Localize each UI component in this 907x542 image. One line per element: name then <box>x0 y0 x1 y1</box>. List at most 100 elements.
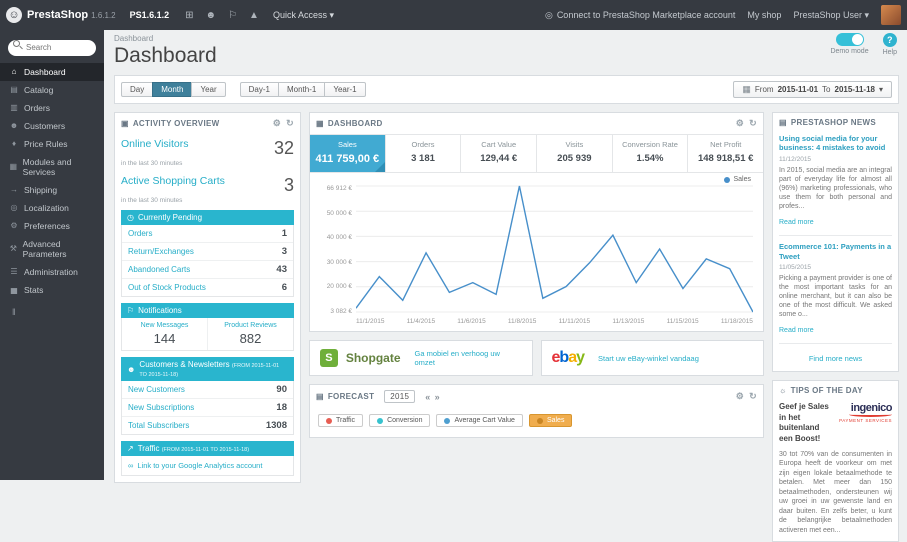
new-subscriptions-link[interactable]: New Subscriptions <box>128 403 194 412</box>
tips-panel-icon: ☼ <box>779 386 787 395</box>
forecast-toggle-conversion[interactable]: Conversion <box>369 414 430 427</box>
filter-day-1-button[interactable]: Day-1 <box>240 82 279 97</box>
sidebar-item-orders[interactable]: ▥ Orders <box>0 99 104 117</box>
sales-chart: Sales 66 912 € 50 000 € 40 000 € 30 000 … <box>310 173 763 331</box>
sidebar-item-label: Price Rules <box>24 139 67 149</box>
forecast-prev-button[interactable]: « <box>425 392 430 402</box>
sidebar-item-catalog[interactable]: ▤ Catalog <box>0 81 104 99</box>
active-carts-link[interactable]: Active Shopping Carts <box>121 175 225 187</box>
out-of-stock-link[interactable]: Out of Stock Products <box>128 283 206 292</box>
modules-icon: ▦ <box>9 162 18 171</box>
user-avatar[interactable] <box>881 5 901 25</box>
quick-access-dropdown[interactable]: Quick Access ▾ <box>273 10 334 21</box>
customers-icon[interactable]: ☻ <box>206 10 217 21</box>
out-of-stock-value: 6 <box>282 282 287 293</box>
refresh-icon[interactable]: ↻ <box>749 391 757 402</box>
pending-orders-link[interactable]: Orders <box>128 229 152 238</box>
customers-row-new-subscriptions: New Subscriptions 18 <box>122 399 293 417</box>
y-tick: 20 000 € <box>316 283 352 290</box>
chart-x-axis: 11/1/2015 11/4/2015 11/6/2015 11/8/2015 … <box>356 318 753 325</box>
news-article-headline[interactable]: Using social media for your business: 4 … <box>779 134 892 153</box>
shopgate-ad-link[interactable]: Ga mobiel en verhoog uw omzet <box>415 349 522 367</box>
sidebar-item-customers[interactable]: ☻ Customers <box>0 117 104 135</box>
new-customers-link[interactable]: New Customers <box>128 385 185 394</box>
news-article-headline[interactable]: Ecommerce 101: Payments in a Tweet <box>779 242 892 261</box>
read-more-link[interactable]: Read more <box>779 327 814 334</box>
shopgate-brand: Shopgate <box>346 351 401 365</box>
forecast-toggle-average-cart-value[interactable]: Average Cart Value <box>436 414 522 427</box>
page-title: Dashboard <box>114 44 899 68</box>
kpi-visits[interactable]: Visits 205 939 <box>537 135 613 172</box>
total-subscribers-link[interactable]: Total Subscribers <box>128 421 189 430</box>
online-visitors-link[interactable]: Online Visitors <box>121 138 189 150</box>
ingenico-logo: ingenico Payment services <box>835 402 892 444</box>
gear-icon[interactable]: ⚙ <box>736 118 744 129</box>
traffic-icon: ↗ <box>127 444 134 453</box>
read-more-link[interactable]: Read more <box>779 219 814 226</box>
messages-icon[interactable]: ⚐ <box>228 10 237 21</box>
prestashop-version: 1.6.1.2 <box>91 11 115 20</box>
news-article-date: 11/12/2015 <box>779 156 892 163</box>
kpi-orders[interactable]: Orders 3 181 <box>386 135 462 172</box>
gear-icon[interactable]: ⚙ <box>736 391 744 402</box>
sidebar-item-modules[interactable]: ▦ Modules and Services <box>0 153 104 181</box>
cart-icon[interactable]: ⊞ <box>185 10 193 21</box>
activity-overview-panel: ▣ Activity overview ⚙ ↻ Online Visitors … <box>114 112 301 483</box>
notifications-header: ⚐ Notifications <box>121 303 294 318</box>
sidebar-item-advanced-parameters[interactable]: ⚒ Advanced Parameters <box>0 235 104 263</box>
sidebar-item-shipping[interactable]: → Shipping <box>0 181 104 199</box>
date-filter-bar: Day Month Year Day-1 Month-1 Year-1 ▦ Fr… <box>114 75 899 104</box>
date-range-picker[interactable]: ▦ From 2015-11-01 To 2015-11-18 ▾ <box>733 81 892 98</box>
forecast-toggle-traffic[interactable]: Traffic <box>318 414 363 427</box>
user-dropdown[interactable]: PrestaShop User ▾ <box>793 10 869 21</box>
pending-row-returns: Return/Exchanges 3 <box>122 243 293 261</box>
google-analytics-link[interactable]: ∞ Link to your Google Analytics account <box>121 456 294 476</box>
chart-legend[interactable]: Sales <box>724 176 751 183</box>
kpi-conversion-rate[interactable]: Conversion Rate 1.54% <box>613 135 689 172</box>
forecast-toggle-sales[interactable]: Sales <box>529 414 573 427</box>
sidebar-item-localization[interactable]: ◎ Localization <box>0 199 104 217</box>
filter-month-1-button[interactable]: Month-1 <box>278 82 325 97</box>
help-button[interactable]: ? <box>883 33 897 47</box>
shop-name[interactable]: PS1.6.1.2 <box>130 10 170 20</box>
kpi-label: Sales <box>312 140 383 149</box>
bell-icon: ⚐ <box>127 306 134 315</box>
forecast-year-select[interactable]: 2015 <box>384 390 415 403</box>
filter-year-1-button[interactable]: Year-1 <box>324 82 365 97</box>
forecast-next-button[interactable]: » <box>435 392 440 402</box>
kpi-sales[interactable]: Sales 411 759,00 € <box>310 135 386 172</box>
filter-year-button[interactable]: Year <box>191 82 225 97</box>
customers-newsletters-header: ☻ Customers & Newsletters (FROM 2015-11-… <box>121 357 294 381</box>
my-shop-link[interactable]: My shop <box>747 10 781 20</box>
prestashop-logo-icon: ☺ <box>6 7 22 23</box>
sidebar-item-price-rules[interactable]: ♦ Price Rules <box>0 135 104 153</box>
pending-returns-link[interactable]: Return/Exchanges <box>128 247 194 256</box>
kpi-net-profit[interactable]: Net Profit 148 918,51 € <box>688 135 763 172</box>
sidebar-item-stats[interactable]: ▅ Stats <box>0 281 104 299</box>
rocket-icon[interactable]: ▲ <box>249 10 259 21</box>
date-from-value: 2015-11-01 <box>778 85 818 94</box>
refresh-icon[interactable]: ↻ <box>749 118 757 129</box>
gear-icon[interactable]: ⚙ <box>273 118 281 129</box>
tag-icon: ♦ <box>9 139 19 148</box>
find-more-news-link[interactable]: Find more news <box>779 350 892 365</box>
sidebar-item-dashboard[interactable]: ⌂ Dashboard <box>0 63 104 81</box>
refresh-icon[interactable]: ↻ <box>286 118 294 129</box>
kpi-cart-value[interactable]: Cart Value 129,44 € <box>461 135 537 172</box>
ebay-ad[interactable]: ebay Start uw eBay-winkel vandaag <box>541 340 765 376</box>
shopgate-ad[interactable]: S Shopgate Ga mobiel en verhoog uw omzet <box>309 340 533 376</box>
filter-month-button[interactable]: Month <box>152 82 192 97</box>
abandoned-carts-link[interactable]: Abandoned Carts <box>128 265 190 274</box>
from-label: From <box>755 85 774 94</box>
ebay-ad-link[interactable]: Start uw eBay-winkel vandaag <box>598 354 699 363</box>
demo-mode-toggle[interactable] <box>836 33 864 46</box>
sidebar-collapse-button[interactable]: ‖ <box>0 299 104 325</box>
marketplace-link[interactable]: ◎ Connect to PrestaShop Marketplace acco… <box>545 10 735 21</box>
new-messages-stat[interactable]: New Messages 144 <box>122 318 208 350</box>
product-reviews-stat[interactable]: Product Reviews 882 <box>208 318 293 350</box>
x-tick: 11/8/2015 <box>508 318 536 325</box>
sidebar-item-administration[interactable]: ☰ Administration <box>0 263 104 281</box>
filter-day-button[interactable]: Day <box>121 82 153 97</box>
forecast-panel: ▤ Forecast 2015 « » ⚙ ↻ Traffic <box>309 384 764 438</box>
sidebar-item-preferences[interactable]: ⚙ Preferences <box>0 217 104 235</box>
